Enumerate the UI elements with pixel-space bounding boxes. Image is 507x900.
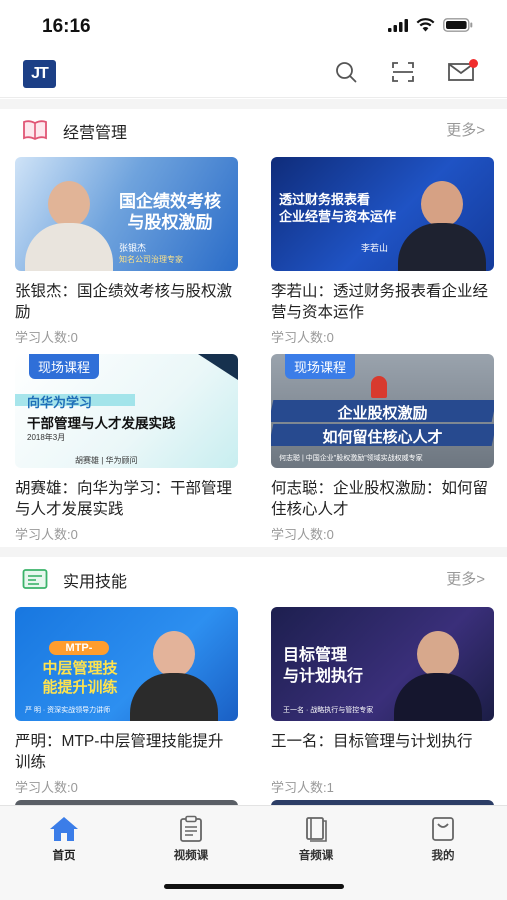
tab-label: 视频课 (173, 850, 209, 862)
thumbnail-instructor: 何志聪 | 中国企业"股权激励"领域实战权威专家 (279, 455, 423, 462)
tab-label: 首页 (52, 850, 76, 862)
figure-decoration (371, 376, 387, 398)
more-link[interactable]: 更多> (446, 568, 485, 589)
course-title: 严明：MTP-中层管理技能提升训练 (15, 733, 224, 771)
status-time: 16:16 (42, 16, 91, 37)
thumbnail-title: 国企绩效考核 与股权激励 (119, 192, 221, 232)
course-tag: 现场课程 (29, 354, 100, 379)
notification-badge (469, 59, 478, 68)
learner-count: 学习人数:1 (271, 780, 334, 795)
tab-audio[interactable]: 音频课 (261, 814, 371, 863)
scan-button[interactable] (390, 61, 416, 88)
tab-profile[interactable]: 我的 (388, 814, 498, 863)
thumbnail-badge: MTP- (49, 641, 109, 655)
clipboard-icon (174, 814, 208, 844)
status-bar: 16:16 (0, 0, 507, 50)
course-title: 何志聪：企业股权激励：如何留住核心人才 (271, 480, 489, 518)
id-card-icon (22, 568, 48, 590)
course-card[interactable]: 透过财务报表看 企业经营与资本运作 李若山 李若山：透过财务报表看企业经营与资本… (271, 157, 494, 346)
course-title: 王一名：目标管理与计划执行 (271, 733, 473, 750)
app-header: JT (0, 50, 507, 98)
course-thumbnail: 现场课程 企业股权激励 如何留住核心人才 何志聪 | 中国企业"股权激励"领域实… (271, 354, 494, 468)
section-header-management: 经营管理 更多> (0, 109, 507, 149)
signal-icon (388, 18, 408, 37)
thumbnail-subtitle: 如何留住核心人才 (322, 429, 443, 446)
course-thumbnail: 国企绩效考核 与股权激励 张银杰 知名公司治理专家 (15, 157, 238, 271)
book-icon (299, 814, 333, 844)
course-title: 李若山：透过财务报表看企业经营与资本运作 (271, 283, 489, 321)
course-thumbnail: 现场课程 向华为学习 干部管理与人才发展实践 2018年3月 胡赛雄 | 华为顾… (15, 354, 238, 468)
course-thumbnail: 目标管理 与计划执行 王一名 · 战略执行与管控专家 (271, 607, 494, 721)
open-book-icon (22, 119, 48, 141)
status-icons (388, 18, 473, 37)
tab-video[interactable]: 视频课 (136, 814, 246, 863)
tab-label: 音频课 (298, 850, 334, 862)
section-title: 经营管理 (63, 125, 128, 142)
search-button[interactable] (333, 61, 359, 88)
thumbnail-date: 2018年3月 (27, 433, 66, 442)
more-link[interactable]: 更多> (446, 119, 485, 140)
bag-icon (426, 814, 460, 844)
search-icon (335, 61, 357, 88)
scan-icon (391, 61, 415, 88)
instructor-photo (398, 181, 486, 271)
thumbnail-instructor: 张银杰 (119, 243, 147, 253)
corner-decoration (198, 354, 238, 380)
home-icon (47, 814, 81, 844)
section-title: 实用技能 (63, 574, 128, 591)
learner-count: 学习人数:0 (15, 527, 78, 542)
learner-count: 学习人数:0 (271, 330, 334, 345)
thumbnail-instructor: 王一名 · 战略执行与管控专家 (283, 707, 374, 714)
section-divider (0, 547, 507, 557)
section-divider (0, 99, 507, 109)
battery-icon (443, 18, 473, 37)
course-card[interactable]: 目标管理 与计划执行 王一名 · 战略执行与管控专家 王一名：目标管理与计划执行… (271, 607, 494, 796)
course-card[interactable]: 国企绩效考核 与股权激励 张银杰 知名公司治理专家 张银杰：国企绩效考核与股权激… (15, 157, 238, 346)
home-indicator (164, 884, 344, 889)
app-logo: JT (23, 60, 56, 88)
thumbnail-instructor: 胡赛雄 | 华为顾问 (75, 456, 138, 465)
course-card[interactable]: 现场课程 向华为学习 干部管理与人才发展实践 2018年3月 胡赛雄 | 华为顾… (15, 354, 238, 543)
learner-count: 学习人数:0 (271, 527, 334, 542)
course-thumbnail: MTP- 中层管理技 能提升训练 严 明 · 资深实战领导力讲师 (15, 607, 238, 721)
thumbnail-title: 目标管理 与计划执行 (283, 647, 364, 685)
thumbnail-instructor: 李若山 (361, 243, 389, 253)
learner-count: 学习人数:0 (15, 330, 78, 345)
course-card[interactable]: 现场课程 企业股权激励 如何留住核心人才 何志聪 | 中国企业"股权激励"领域实… (271, 354, 494, 543)
thumbnail-subtitle: 干部管理与人才发展实践 (27, 416, 176, 431)
messages-button[interactable] (448, 59, 478, 86)
instructor-photo (25, 181, 113, 271)
course-tag: 现场课程 (285, 354, 356, 379)
course-title: 张银杰：国企绩效考核与股权激励 (15, 283, 233, 321)
wifi-icon (416, 18, 435, 37)
thumbnail-title: 企业股权激励 (337, 405, 428, 422)
instructor-photo (394, 631, 482, 721)
thumbnail-title: 向华为学习 (27, 395, 93, 410)
learner-count: 学习人数:0 (15, 780, 78, 795)
thumbnail-caption: 知名公司治理专家 (119, 255, 183, 264)
thumbnail-instructor: 严 明 · 资深实战领导力讲师 (25, 707, 111, 714)
tab-home[interactable]: 首页 (9, 814, 119, 863)
tab-label: 我的 (431, 850, 455, 862)
course-thumbnail: 透过财务报表看 企业经营与资本运作 李若山 (271, 157, 494, 271)
section-header-skills: 实用技能 更多> (0, 558, 507, 598)
course-title: 胡赛雄：向华为学习：干部管理与人才发展实践 (15, 480, 233, 518)
course-card[interactable]: MTP- 中层管理技 能提升训练 严 明 · 资深实战领导力讲师 严明：MTP-… (15, 607, 238, 796)
thumbnail-title: 中层管理技 能提升训练 (42, 660, 118, 696)
instructor-photo (130, 631, 218, 721)
